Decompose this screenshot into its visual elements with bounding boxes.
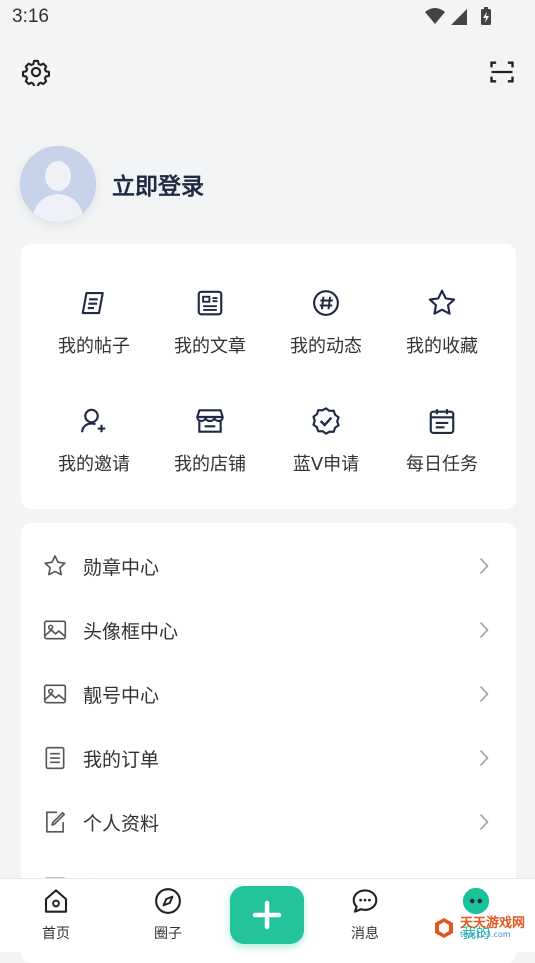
article-icon	[193, 286, 227, 320]
grid-item-daily-tasks[interactable]: 每日任务	[384, 404, 500, 494]
invite-user-icon	[77, 404, 111, 438]
grid-item-label: 我的动态	[290, 336, 362, 357]
store-icon	[193, 404, 227, 438]
scan-button[interactable]	[485, 55, 519, 89]
create-post-button[interactable]	[230, 886, 304, 944]
profile-header[interactable]: 立即登录	[20, 146, 204, 222]
grid-item-label: 我的文章	[174, 336, 246, 357]
default-avatar-icon	[20, 146, 96, 222]
menu-item-label: 勋章中心	[83, 556, 160, 579]
login-link[interactable]: 立即登录	[112, 167, 204, 201]
tab-home[interactable]: 首页	[21, 885, 91, 949]
grid-item-posts[interactable]: 我的帖子	[36, 286, 152, 376]
menu-item-label: 靓号中心	[83, 684, 160, 707]
system-icons	[423, 6, 495, 28]
star-icon	[425, 286, 459, 320]
grid-item-activity[interactable]: 我的动态	[268, 286, 384, 376]
hashtag-icon	[309, 286, 343, 320]
chevron-right-icon	[476, 748, 492, 768]
grid-item-label: 每日任务	[406, 454, 478, 475]
settings-button[interactable]	[19, 55, 53, 89]
chat-bubble-icon	[349, 885, 381, 917]
compass-icon	[152, 885, 184, 917]
grid-item-store[interactable]: 我的店铺	[152, 404, 268, 494]
grid-item-label: 蓝V申请	[292, 454, 360, 475]
plus-icon	[252, 900, 282, 930]
chevron-right-icon	[476, 684, 492, 704]
grid-item-invites[interactable]: 我的邀请	[36, 404, 152, 494]
grid-item-favorites[interactable]: 我的收藏	[384, 286, 500, 376]
star-outline-icon	[41, 552, 69, 580]
calendar-task-icon	[425, 404, 459, 438]
chevron-right-icon	[476, 556, 492, 576]
menu-item-label: 头像框中心	[83, 620, 179, 643]
chevron-right-icon	[476, 620, 492, 640]
edit-profile-icon	[41, 808, 69, 836]
menu-item-pretty-ids[interactable]: 靓号中心	[21, 663, 516, 725]
status-bar: 3:16	[0, 0, 535, 36]
grid-item-label: 我的邀请	[58, 454, 130, 475]
chevron-right-icon	[476, 812, 492, 832]
grid-item-label: 我的帖子	[58, 336, 130, 357]
scan-icon	[490, 61, 514, 83]
watermark-url: ttyx123.com	[460, 930, 511, 939]
tab-label: 首页	[42, 926, 70, 942]
posts-icon	[77, 286, 111, 320]
watermark: 天天游戏网 ttyx123.com	[432, 913, 532, 943]
menu-item-label: 个人资料	[83, 812, 160, 835]
image-frame-icon	[41, 680, 69, 708]
grid-item-label: 我的店铺	[174, 454, 246, 475]
menu-item-medals[interactable]: 勋章中心	[21, 535, 516, 597]
image-frame-icon	[41, 616, 69, 644]
watermark-text: 天天游戏网	[460, 916, 526, 931]
menu-item-orders[interactable]: 我的订单	[21, 727, 516, 789]
verified-badge-icon	[309, 404, 343, 438]
status-time: 3:16	[12, 6, 49, 27]
order-list-icon	[41, 744, 69, 772]
quick-actions-card: 我的帖子 我的文章 我的动态 我的收藏 我的邀请 我的店铺 蓝V申请 每日任务	[21, 244, 516, 509]
tab-label: 圈子	[154, 926, 182, 942]
menu-item-profile-info[interactable]: 个人资料	[21, 791, 516, 853]
menu-item-label: 我的订单	[83, 748, 160, 771]
menu-item-avatar-frames[interactable]: 头像框中心	[21, 599, 516, 661]
grid-item-articles[interactable]: 我的文章	[152, 286, 268, 376]
tab-messages[interactable]: 消息	[330, 885, 400, 949]
watermark-logo-icon	[435, 918, 453, 938]
avatar[interactable]	[20, 146, 96, 222]
grid-item-blue-v[interactable]: 蓝V申请	[268, 404, 384, 494]
gear-icon	[22, 59, 50, 86]
signal-battery-icons	[425, 7, 491, 25]
home-icon	[40, 885, 72, 917]
tab-label: 消息	[351, 926, 379, 942]
tab-circle[interactable]: 圈子	[133, 885, 203, 949]
grid-item-label: 我的收藏	[406, 336, 478, 357]
